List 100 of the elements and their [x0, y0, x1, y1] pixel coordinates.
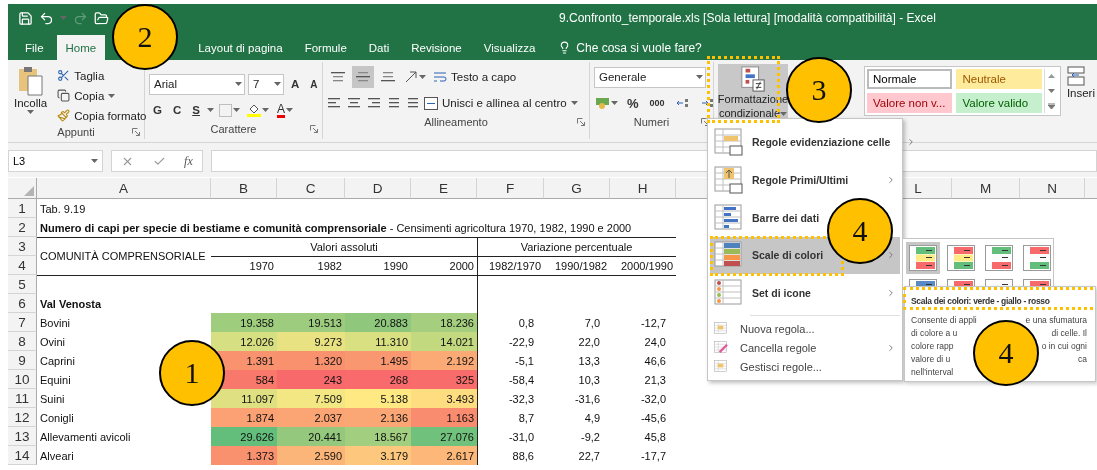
- menu-item[interactable]: Regole evidenziazione celle: [714, 127, 891, 156]
- ribbon-tab[interactable]: File: [16, 35, 53, 60]
- ribbon-tab[interactable]: Home: [56, 35, 106, 60]
- row-header[interactable]: 14: [8, 446, 37, 465]
- table-cell-text: -58,4: [507, 372, 535, 388]
- number-format-field[interactable]: Generale: [594, 66, 706, 88]
- row-header[interactable]: 8: [8, 332, 37, 351]
- increase-decimal-icon: [675, 97, 690, 109]
- name-box[interactable]: L3: [8, 150, 103, 172]
- paste-button[interactable]: Incolla: [12, 66, 50, 125]
- color-scale-option[interactable]: [1020, 242, 1053, 274]
- percent-button[interactable]: %: [623, 93, 643, 113]
- table-cell-text: 21,3: [643, 372, 667, 388]
- row-header[interactable]: 7: [8, 313, 37, 332]
- ribbon-tab[interactable]: Dati: [359, 35, 399, 60]
- conditional-formatting-icon: [740, 66, 766, 92]
- undo-icon[interactable]: [39, 10, 54, 26]
- underline-button[interactable]: S: [188, 100, 204, 120]
- cell-style[interactable]: Valore valido: [956, 93, 1042, 113]
- wrap-text-icon: [433, 70, 447, 84]
- dialog-launcher-icon[interactable]: [310, 124, 318, 133]
- data-bars-icon: [714, 203, 744, 232]
- align-center-icon[interactable]: [346, 96, 362, 110]
- column-header[interactable]: M: [952, 178, 1020, 199]
- color-scale-option[interactable]: [944, 242, 978, 274]
- cell-style[interactable]: Normale: [867, 69, 953, 89]
- thousands-button[interactable]: 000: [645, 93, 669, 113]
- shrink-font-button[interactable]: A: [306, 74, 322, 94]
- grow-font-button[interactable]: A: [287, 74, 304, 94]
- bold-button[interactable]: G: [149, 100, 166, 120]
- menu-item[interactable]: Gestisci regole...: [714, 360, 822, 373]
- manage-rules-icon: [714, 360, 728, 373]
- font-name-field[interactable]: Arial: [149, 73, 245, 95]
- dialog-launcher-icon[interactable]: [132, 128, 140, 136]
- table-cell-text: Caprini: [39, 353, 76, 369]
- insert-button[interactable]: Inseri: [1064, 60, 1097, 142]
- diagonal-arrow-icon: [404, 70, 418, 84]
- row-header[interactable]: 11: [8, 389, 37, 408]
- ribbon-tab[interactable]: Visualizza: [474, 35, 545, 60]
- insert-function-button[interactable]: fx: [184, 153, 193, 169]
- row-header[interactable]: 10: [8, 370, 37, 389]
- format-painter-button[interactable]: Copia formato: [55, 106, 149, 125]
- folder-icon[interactable]: [94, 10, 109, 26]
- table-cell-text: -32,0: [639, 391, 667, 407]
- ribbon-tab[interactable]: Formule: [295, 35, 356, 60]
- menu-item[interactable]: Nuova regola...: [714, 322, 815, 336]
- column-header[interactable]: D: [345, 178, 411, 199]
- menu-item[interactable]: Cancella regole: [714, 341, 817, 355]
- row-header[interactable]: 5: [8, 275, 37, 294]
- column-header[interactable]: A: [37, 178, 211, 199]
- column-header[interactable]: G: [544, 178, 610, 199]
- align-right-icon[interactable]: [365, 96, 381, 110]
- merge-center-button[interactable]: Unisci e allinea al centro: [422, 93, 580, 113]
- group-label: Carattere: [210, 122, 257, 135]
- ribbon-tab[interactable]: Revisione: [402, 35, 471, 60]
- align-left-icon[interactable]: [327, 96, 343, 110]
- color-scale-icon: [909, 245, 937, 271]
- italic-button[interactable]: C: [168, 100, 186, 120]
- caret-icon: [108, 93, 116, 98]
- table-cell-text: Ovini: [39, 334, 67, 350]
- row-header[interactable]: 2: [8, 218, 37, 237]
- table-cell: 19.358: [211, 313, 277, 332]
- dialog-launcher-icon[interactable]: [577, 117, 585, 126]
- tell-me-field[interactable]: Che cosa si vuole fare?: [558, 35, 702, 60]
- wrap-text-button[interactable]: Testo a capo: [431, 67, 519, 87]
- row-header[interactable]: 13: [8, 427, 37, 446]
- row-header[interactable]: 3: [8, 237, 37, 256]
- table-cell-text: -32,3: [507, 391, 535, 407]
- column-header[interactable]: N: [1020, 178, 1085, 199]
- ribbon-tab[interactable]: Layout di pagina: [189, 35, 292, 60]
- color-scale-option[interactable]: [982, 242, 1016, 274]
- column-header[interactable]: F: [477, 178, 544, 199]
- row-header[interactable]: 4: [8, 256, 37, 275]
- font-size-field[interactable]: 7: [248, 73, 284, 95]
- column-header[interactable]: E: [411, 178, 477, 199]
- table-cell: 11.310: [345, 332, 411, 351]
- copy-button[interactable]: Copia: [55, 86, 118, 105]
- font-color-button[interactable]: A: [273, 99, 296, 121]
- column-header[interactable]: H: [610, 178, 676, 199]
- table-cell-text: 45,8: [643, 429, 667, 445]
- row-header[interactable]: 1: [8, 199, 37, 218]
- column-header[interactable]: C: [277, 178, 345, 199]
- caret-icon: [696, 75, 703, 79]
- row-header[interactable]: 9: [8, 351, 37, 370]
- cell-style[interactable]: Valore non v...: [867, 93, 953, 113]
- row-header[interactable]: 6: [8, 294, 37, 313]
- column-header[interactable]: B: [211, 178, 277, 199]
- table-cell: 3.179: [345, 446, 411, 465]
- color-scale-option[interactable]: [906, 242, 940, 274]
- vertical-align-button[interactable]: [352, 66, 374, 88]
- save-icon[interactable]: [18, 10, 33, 26]
- menu-item[interactable]: Set di icone: [714, 279, 811, 308]
- menu-item[interactable]: Regole Primi/Ultimi: [714, 165, 849, 194]
- cut-button[interactable]: Taglia: [55, 66, 107, 85]
- menu-item[interactable]: Barre dei dati: [714, 203, 820, 232]
- row-header[interactable]: 12: [8, 408, 37, 427]
- table-cell-text: 22,7: [577, 448, 601, 464]
- dialog-launcher-icon[interactable]: [701, 117, 709, 126]
- cell-style[interactable]: Neutrale: [956, 69, 1042, 89]
- menu-item[interactable]: Scale di colori: [714, 241, 824, 270]
